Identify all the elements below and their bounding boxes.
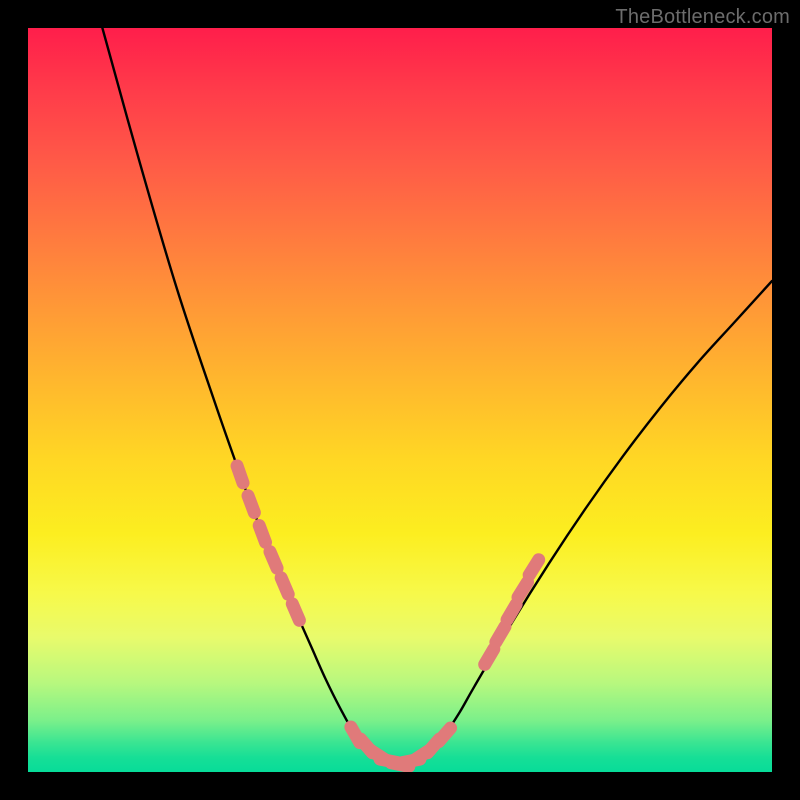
- marker-dot: [270, 552, 277, 569]
- marker-dot: [259, 525, 265, 542]
- marker-dot: [518, 582, 528, 597]
- marker-dot: [439, 728, 451, 742]
- marker-dot: [496, 627, 505, 643]
- chart-svg: [28, 28, 772, 772]
- marker-dot: [237, 466, 243, 483]
- marker-dot: [292, 604, 299, 621]
- plot-area: [28, 28, 772, 772]
- marker-dots: [237, 466, 539, 766]
- marker-dot: [485, 649, 494, 665]
- marker-dot: [507, 604, 516, 620]
- curve-group: [102, 28, 772, 765]
- marker-dot: [248, 496, 254, 513]
- watermark-text: TheBottleneck.com: [615, 6, 790, 29]
- bottleneck-curve: [102, 28, 772, 765]
- outer-frame: TheBottleneck.com: [0, 0, 800, 800]
- marker-dot: [529, 560, 539, 575]
- marker-dot: [281, 578, 288, 595]
